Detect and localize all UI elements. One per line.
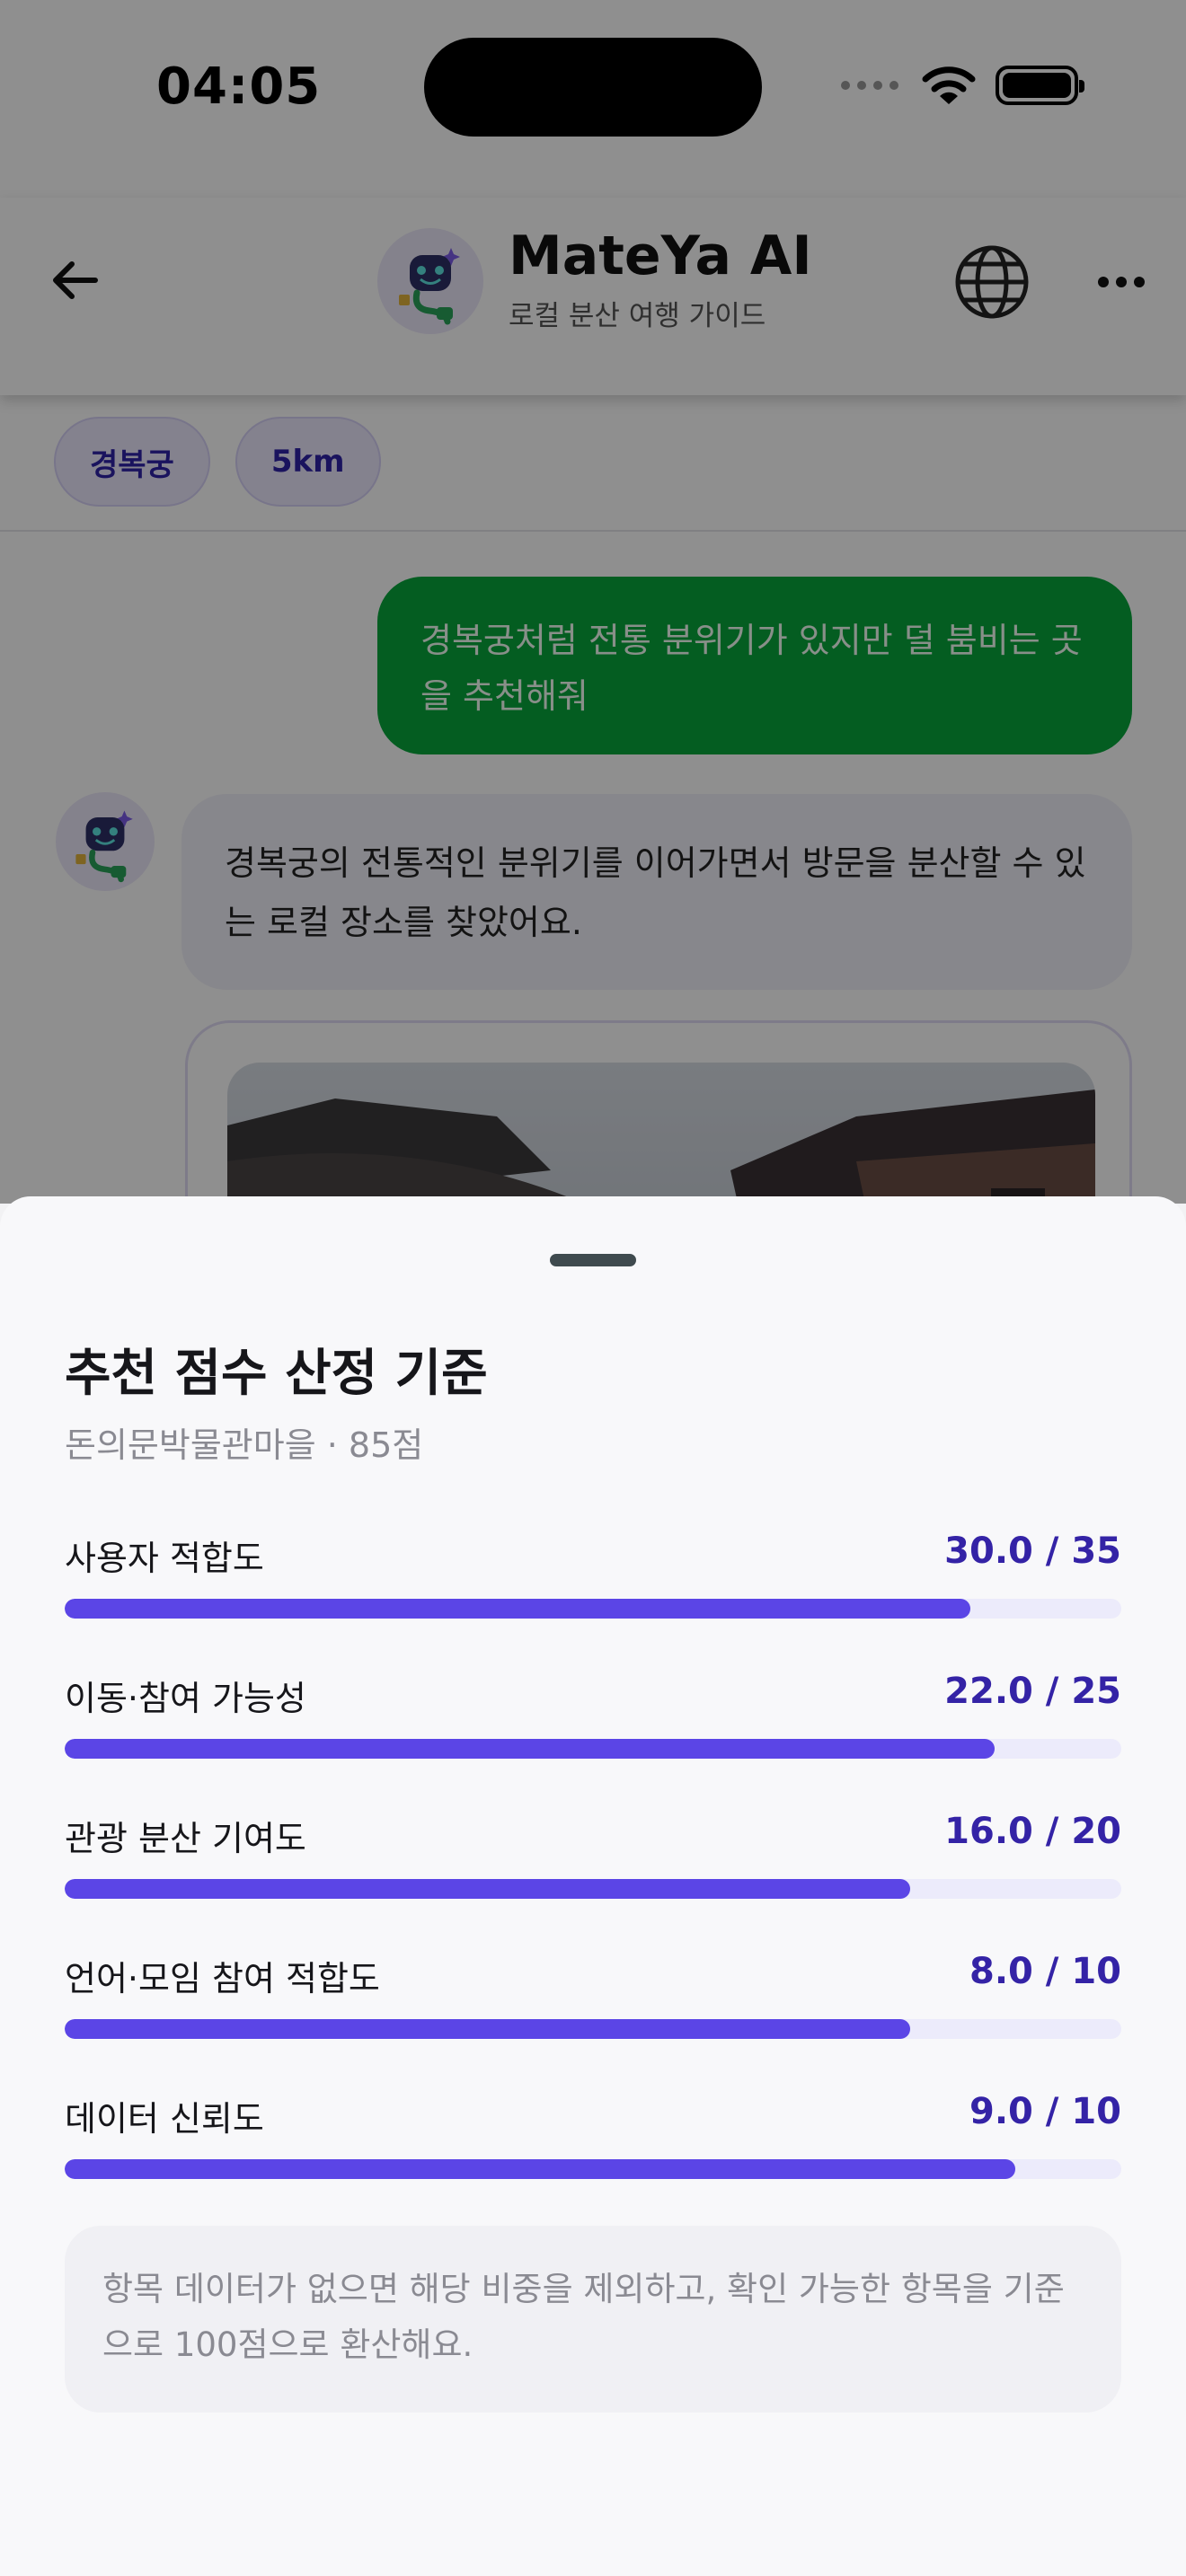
criterion-row: 데이터 신뢰도 9.0 / 10 <box>65 2091 1121 2199</box>
criterion-row: 관광 분산 기여도 16.0 / 20 <box>65 1811 1121 1919</box>
criterion-label: 언어·모임 참여 적합도 <box>65 1959 380 1998</box>
criterion-progress-track <box>65 1739 1121 1759</box>
criterion-label: 데이터 신뢰도 <box>65 2099 264 2139</box>
modal-scrim[interactable] <box>0 0 1186 1204</box>
score-criteria-sheet: 추천 점수 산정 기준 돈의문박물관마을 · 85점 사용자 적합도 30.0 … <box>0 1196 1186 2576</box>
sheet-drag-handle[interactable] <box>550 1254 636 1266</box>
criterion-score: 9.0 / 10 <box>969 2091 1121 2132</box>
criterion-progress-fill <box>65 2019 910 2039</box>
criterion-score: 16.0 / 20 <box>944 1811 1121 1852</box>
criterion-label: 관광 분산 기여도 <box>65 1819 306 1858</box>
criterion-row: 사용자 적합도 30.0 / 35 <box>65 1531 1121 1638</box>
criterion-progress-fill <box>65 2159 1016 2179</box>
criterion-progress-track <box>65 2019 1121 2039</box>
criterion-progress-fill <box>65 1599 970 1619</box>
criterion-progress-track <box>65 1879 1121 1899</box>
criterion-label: 사용자 적합도 <box>65 1539 264 1578</box>
criterion-progress-fill <box>65 1879 910 1899</box>
criterion-progress-track <box>65 1599 1121 1619</box>
criterion-score: 30.0 / 35 <box>944 1531 1121 1572</box>
criterion-progress-track <box>65 2159 1121 2179</box>
criterion-score: 8.0 / 10 <box>969 1951 1121 1992</box>
criterion-row: 언어·모임 참여 적합도 8.0 / 10 <box>65 1951 1121 2059</box>
criterion-progress-fill <box>65 1739 995 1759</box>
criterion-score: 22.0 / 25 <box>944 1671 1121 1712</box>
criterion-row: 이동·참여 가능성 22.0 / 25 <box>65 1671 1121 1778</box>
criterion-label: 이동·참여 가능성 <box>65 1679 306 1718</box>
sheet-subtitle: 돈의문박물관마을 · 85점 <box>65 1425 424 1465</box>
score-note: 항목 데이터가 없으면 해당 비중을 제외하고, 확인 가능한 항목을 기준으로… <box>65 2226 1121 2413</box>
sheet-title: 추천 점수 산정 기준 <box>65 1345 488 1403</box>
